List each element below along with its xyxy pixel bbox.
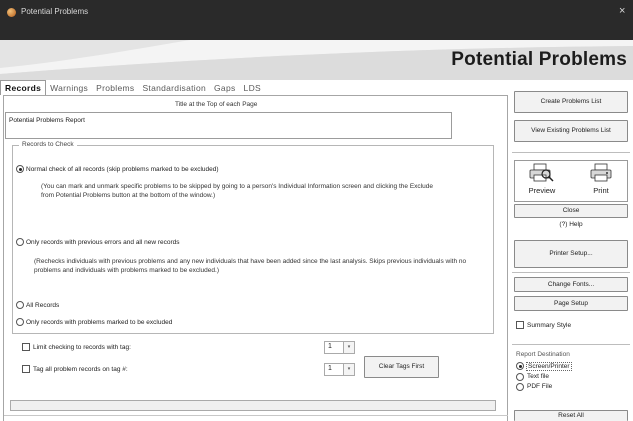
- limit-tag-dropdown[interactable]: ▾: [343, 341, 355, 354]
- change-fonts-button[interactable]: Change Fonts...: [514, 277, 628, 292]
- normal-check-label: Normal check of all records (skip proble…: [26, 166, 219, 173]
- tab-gaps[interactable]: Gaps: [210, 81, 240, 95]
- page-setup-button[interactable]: Page Setup: [514, 296, 628, 311]
- print-button[interactable]: Print: [575, 186, 627, 195]
- limit-tag-checkbox[interactable]: [22, 343, 30, 351]
- summary-style-checkbox[interactable]: [516, 321, 524, 329]
- tab-records[interactable]: Records: [0, 80, 47, 95]
- tab-problems[interactable]: Problems: [92, 81, 138, 95]
- excluded-only-label: Only records with problems marked to be …: [26, 319, 173, 326]
- screen-printer-label: Screen/Printer: [526, 362, 572, 371]
- pdf-file-label: PDF File: [527, 383, 553, 390]
- tab-bar: Records Warnings Problems Standardisatio…: [0, 80, 505, 95]
- help-button[interactable]: (?) Help: [520, 221, 622, 233]
- printer-icon: [590, 163, 612, 182]
- report-destination-label: Report Destination: [516, 351, 570, 358]
- view-existing-problems-list-button[interactable]: View Existing Problems List: [514, 120, 628, 142]
- radio-all-records[interactable]: [16, 301, 24, 309]
- divider: [512, 152, 630, 153]
- radio-text-file[interactable]: [516, 373, 524, 381]
- tab-lds[interactable]: LDS: [240, 81, 265, 95]
- divider: [4, 415, 508, 416]
- page-title: Potential Problems: [451, 49, 627, 70]
- tag-all-dropdown[interactable]: ▾: [343, 363, 355, 376]
- clear-tags-button[interactable]: Clear Tags First: [364, 356, 439, 378]
- previous-errors-label: Only records with previous errors and al…: [26, 239, 180, 246]
- report-title-caption: Title at the Top of each Page: [175, 101, 258, 108]
- tab-standardisation[interactable]: Standardisation: [138, 81, 210, 95]
- radio-normal-check[interactable]: [16, 165, 24, 173]
- all-records-label: All Records: [26, 302, 60, 309]
- close-icon[interactable]: ×: [619, 6, 625, 17]
- radio-pdf-file[interactable]: [516, 383, 524, 391]
- limit-tag-label: Limit checking to records with tag:: [33, 344, 131, 351]
- tab-warnings[interactable]: Warnings: [46, 81, 92, 95]
- family-tree-app-icon: [7, 8, 16, 17]
- divider: [512, 344, 630, 345]
- printer-setup-button[interactable]: Printer Setup...: [514, 240, 628, 268]
- text-file-label: Text file: [527, 373, 550, 380]
- divider: [512, 272, 630, 273]
- radio-previous-errors[interactable]: [16, 238, 24, 246]
- preview-button[interactable]: Preview: [515, 186, 569, 195]
- radio-screen-printer[interactable]: [516, 362, 524, 370]
- tag-all-checkbox[interactable]: [22, 365, 30, 373]
- window-title: Potential Problems: [21, 7, 89, 16]
- records-to-check-label: Records to Check: [19, 141, 77, 148]
- title-bar: [0, 0, 633, 40]
- help-icon: (?): [559, 221, 568, 228]
- tag-all-label: Tag all problem records on tag #:: [33, 366, 128, 373]
- reset-all-button[interactable]: Reset All: [514, 410, 628, 421]
- report-title-field[interactable]: Potential Problems Report: [5, 112, 452, 139]
- progress-strip: [10, 400, 496, 411]
- help-label: Help: [569, 221, 583, 228]
- radio-excluded-only[interactable]: [16, 318, 24, 326]
- summary-style-label: Summary Style: [527, 322, 572, 329]
- create-problems-list-button[interactable]: Create Problems List: [514, 91, 628, 113]
- normal-check-note: (You can mark and unmark specific proble…: [41, 183, 433, 199]
- close-button[interactable]: Close: [514, 204, 628, 218]
- previous-errors-note: (Rechecks individuals with previous prob…: [34, 258, 467, 274]
- printer-preview-icon: [529, 163, 554, 182]
